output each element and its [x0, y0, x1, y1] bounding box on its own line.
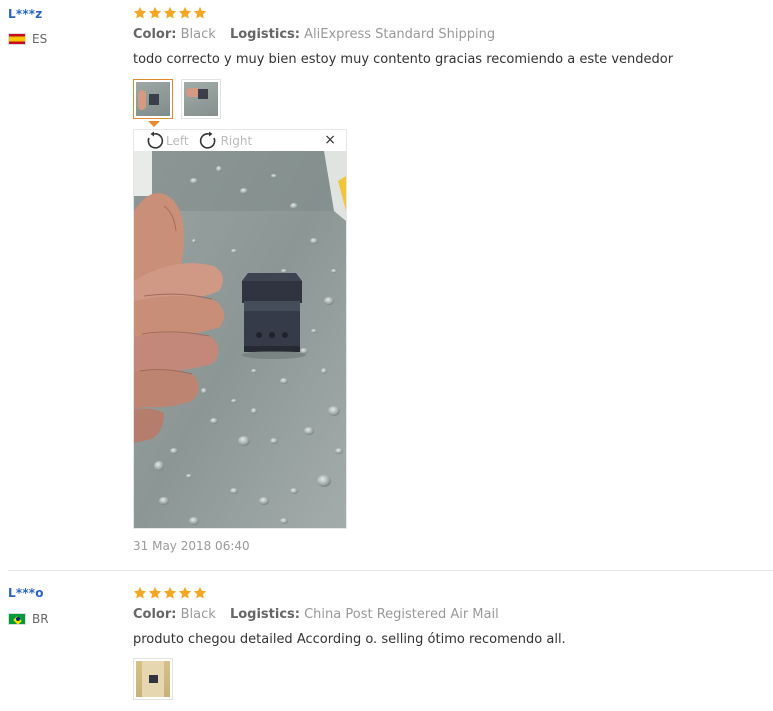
thumbnail-image	[136, 82, 170, 116]
order-info: Color: Black Logistics: AliExpress Stand…	[133, 27, 495, 42]
star-icon	[193, 586, 207, 599]
review-photo-large	[134, 151, 346, 528]
country-code: BR	[32, 612, 49, 626]
rotate-right-icon	[199, 131, 215, 149]
logistics-label: Logistics:	[229, 607, 300, 622]
thumbnail-image	[136, 661, 170, 697]
star-icon	[178, 6, 192, 19]
review-text: produto chegou detailed According o. sel…	[133, 632, 566, 647]
active-thumbnail-caret	[148, 121, 160, 127]
order-info: Color: Black Logistics: China Post Regis…	[133, 607, 499, 622]
logistics-value: China Post Registered Air Mail	[304, 607, 499, 622]
star-icon	[193, 6, 207, 19]
close-icon[interactable]: ×	[324, 133, 336, 147]
logistics-value: AliExpress Standard Shipping	[304, 27, 496, 42]
thumbnail-image	[184, 82, 218, 116]
reviewer-name[interactable]: L***z	[8, 7, 42, 21]
rotate-right-label: Right	[220, 133, 253, 148]
color-value: Black	[180, 27, 216, 42]
star-icon	[163, 586, 177, 599]
product-photo	[134, 151, 346, 528]
review-text: todo correcto y muy bien estoy muy conte…	[133, 52, 674, 67]
viewer-toolbar: Left Right ×	[134, 130, 346, 151]
star-icon	[178, 586, 192, 599]
logistics-label: Logistics:	[229, 27, 300, 42]
reviewer-name[interactable]: L***o	[8, 586, 44, 600]
rotate-right-button[interactable]: Right	[199, 131, 253, 151]
color-value: Black	[180, 607, 216, 622]
reviewer-country: ES	[8, 32, 47, 46]
star-rating	[133, 586, 207, 600]
review-item: L***z ES Color: Black Logistics: AliExpr…	[0, 0, 773, 572]
brazil-flag-icon	[8, 613, 26, 625]
reviewer-country: BR	[8, 612, 49, 626]
star-icon	[163, 6, 177, 19]
review-date: 31 May 2018 06:40	[133, 539, 250, 553]
review-photo-thumbnail[interactable]	[133, 79, 173, 119]
review-photo-thumbnail[interactable]	[181, 79, 221, 119]
country-code: ES	[32, 32, 48, 46]
review-photo-thumbnail[interactable]	[133, 658, 173, 700]
color-label: Color:	[133, 27, 177, 42]
color-label: Color:	[133, 607, 177, 622]
star-icon	[148, 586, 162, 599]
rotate-left-label: Left	[166, 133, 189, 148]
star-rating	[133, 6, 207, 20]
star-icon	[148, 6, 162, 19]
star-icon	[133, 6, 147, 19]
photo-viewer: Left Right ×	[133, 129, 347, 529]
rotate-left-icon	[147, 131, 164, 149]
review-item: L***o BR Color: Black Logistics: China P…	[0, 572, 773, 711]
review-divider	[8, 570, 773, 571]
star-icon	[133, 586, 147, 599]
rotate-left-button[interactable]: Left	[144, 131, 189, 151]
spain-flag-icon	[8, 33, 26, 45]
